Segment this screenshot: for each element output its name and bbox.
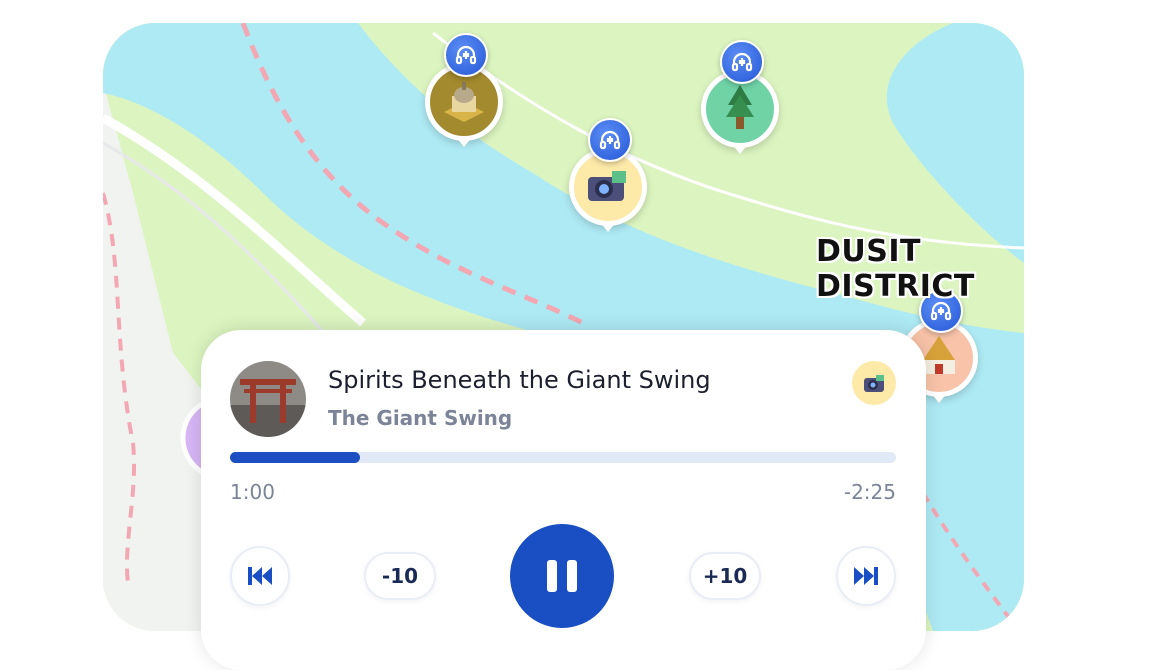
track-subtitle: The Giant Swing: [328, 406, 513, 430]
district-label: DUSIT DISTRICT: [816, 234, 975, 304]
pause-button[interactable]: [510, 524, 614, 628]
audio-player: Spirits Beneath the Giant Swing The Gian…: [201, 330, 926, 670]
skip-back-icon: [248, 567, 272, 585]
skip-forward-icon: [854, 567, 878, 585]
progress-fill: [230, 452, 360, 463]
remaining-time: -2:25: [843, 480, 896, 504]
headphones-icon: [588, 118, 632, 162]
progress-bar[interactable]: [230, 452, 896, 463]
next-button[interactable]: [836, 546, 896, 606]
previous-button[interactable]: [230, 546, 290, 606]
camera-icon: [852, 361, 896, 405]
headphones-icon: [444, 33, 488, 77]
track-title: Spirits Beneath the Giant Swing: [328, 366, 711, 394]
headphones-icon: [720, 40, 764, 84]
elapsed-time: 1:00: [230, 480, 275, 504]
forward-10-button[interactable]: +10: [689, 552, 761, 600]
pause-icon: [547, 560, 577, 592]
torii-gate-icon: [230, 361, 306, 437]
rewind-10-button[interactable]: -10: [364, 552, 436, 600]
